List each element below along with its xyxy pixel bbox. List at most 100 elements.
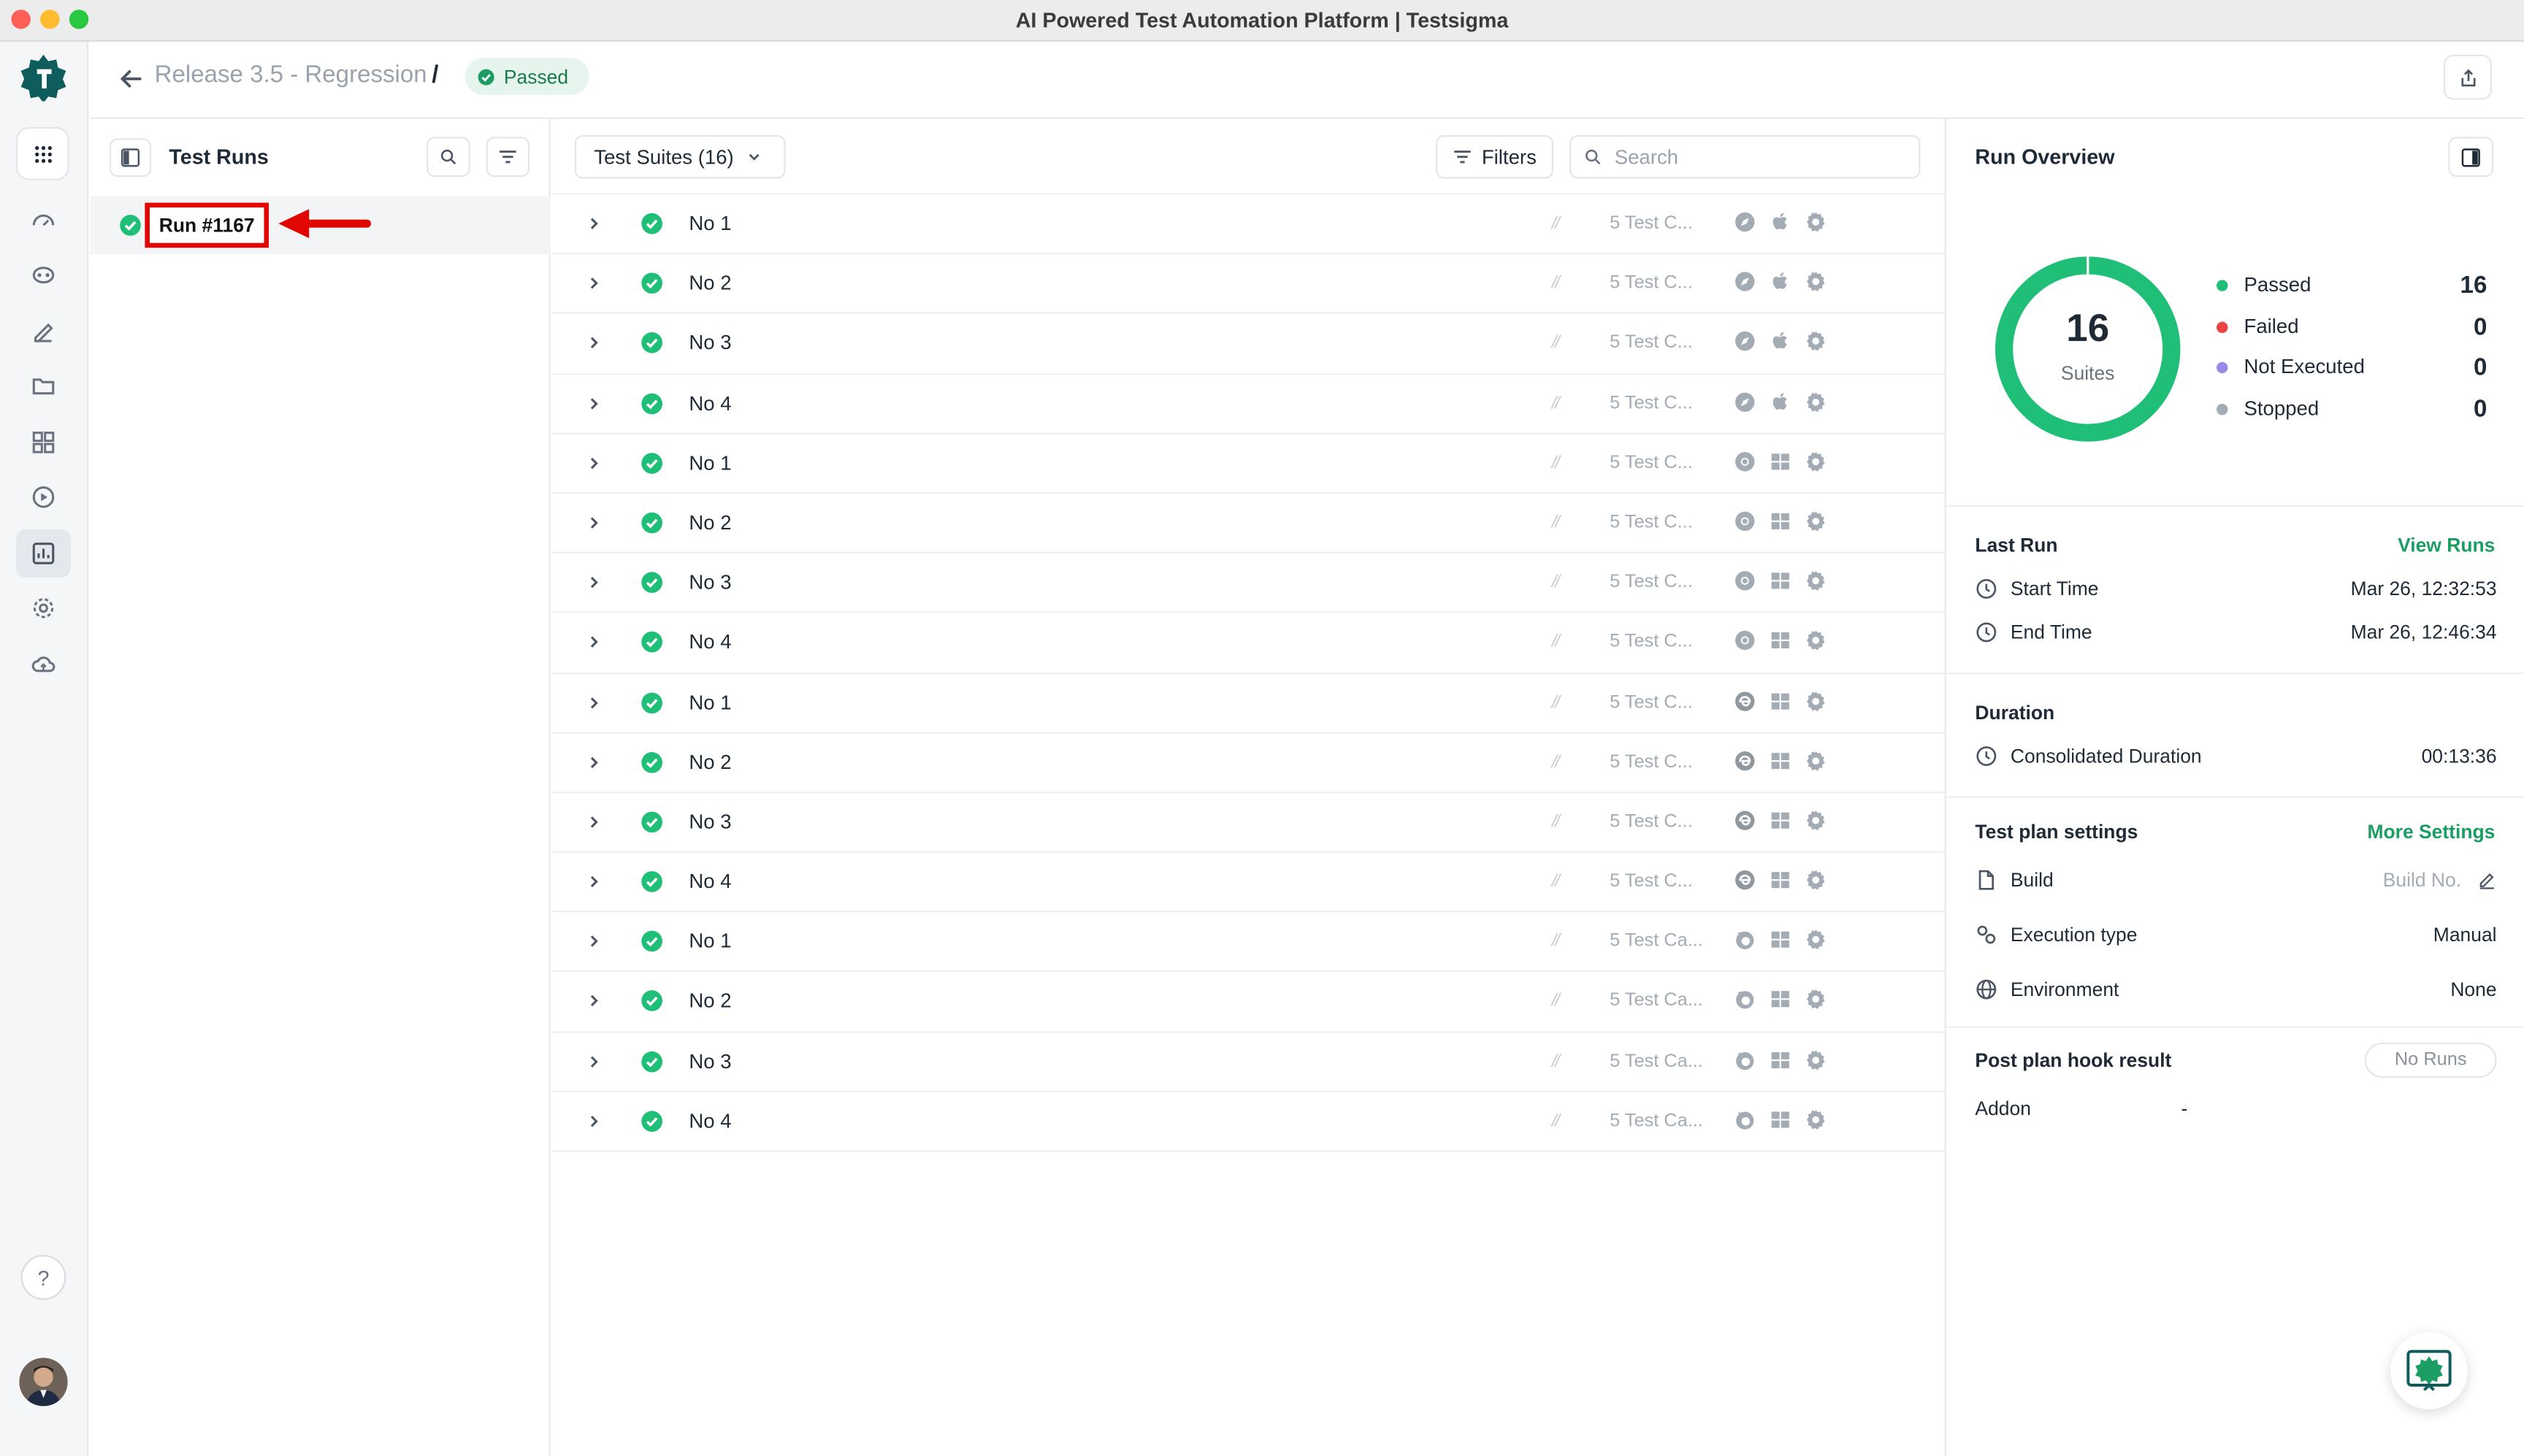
suite-name[interactable]: No 1	[689, 691, 731, 713]
testsigma-logo[interactable]	[19, 53, 67, 104]
suite-row[interactable]: No 4 // 5 Test C...	[552, 374, 1945, 434]
folder-icon[interactable]	[23, 365, 64, 407]
suite-name[interactable]: No 3	[689, 811, 731, 833]
copilot-icon[interactable]	[23, 254, 64, 296]
close-window-button[interactable]	[11, 9, 31, 29]
suite-name[interactable]: No 2	[689, 990, 731, 1013]
run-icon[interactable]	[23, 476, 64, 518]
chevron-right-icon[interactable]	[586, 215, 602, 231]
chat-bot-icon	[2406, 1349, 2452, 1392]
suite-name[interactable]: No 3	[689, 1050, 731, 1073]
build-value: Build No.	[2382, 868, 2462, 892]
suite-row[interactable]: No 4 // 5 Test Ca...	[552, 1092, 1945, 1152]
suite-row[interactable]: No 3 // 5 Test C...	[552, 553, 1945, 614]
suite-search-box[interactable]	[1569, 135, 1921, 179]
apps-grid-icon[interactable]	[16, 127, 69, 180]
suite-row[interactable]: No 1 // 5 Test Ca...	[552, 913, 1945, 973]
suite-row[interactable]: No 2 // 5 Test Ca...	[552, 973, 1945, 1032]
user-avatar[interactable]	[19, 1357, 68, 1406]
suite-name[interactable]: No 1	[689, 452, 731, 475]
suite-name[interactable]: No 3	[689, 332, 731, 355]
suite-name[interactable]: No 1	[689, 212, 731, 235]
chevron-right-icon[interactable]	[586, 395, 602, 411]
chevron-right-icon[interactable]	[586, 933, 602, 949]
platform-icons	[1734, 331, 1827, 353]
suite-row[interactable]: No 3 // 5 Test Ca...	[552, 1032, 1945, 1092]
gear-icon	[1805, 331, 1827, 353]
suite-search-input[interactable]	[1614, 145, 1905, 169]
more-settings-link[interactable]: More Settings	[2367, 821, 2495, 843]
chevron-right-icon[interactable]	[586, 335, 602, 351]
chevron-right-icon[interactable]	[586, 1113, 602, 1129]
suite-name[interactable]: No 1	[689, 930, 731, 953]
suite-row[interactable]: No 2 // 5 Test C...	[552, 255, 1945, 315]
chevron-right-icon[interactable]	[586, 754, 602, 770]
modules-icon[interactable]	[23, 421, 64, 463]
chevron-right-icon[interactable]	[586, 993, 602, 1009]
suite-row[interactable]: No 4 // 5 Test C...	[552, 853, 1945, 913]
chevron-right-icon[interactable]	[586, 515, 602, 531]
runs-search-button[interactable]	[427, 137, 470, 177]
share-icon	[2460, 68, 2475, 86]
breadcrumb-plan[interactable]: Release 3.5 - Regression	[155, 61, 427, 88]
chevron-right-icon[interactable]	[586, 275, 602, 291]
minimize-window-button[interactable]	[40, 9, 60, 29]
suite-name[interactable]: No 3	[689, 571, 731, 594]
chevron-right-icon[interactable]	[586, 1053, 602, 1069]
test-case-count: 5 Test C...	[1610, 572, 1693, 593]
reports-icon[interactable]	[16, 529, 71, 578]
toggle-overview-button[interactable]	[2448, 137, 2494, 177]
maximize-window-button[interactable]	[69, 9, 89, 29]
legend-value: 0	[2473, 313, 2487, 340]
environment-row: Environment None	[1975, 976, 2497, 1005]
cloud-upload-icon[interactable]	[23, 643, 64, 685]
apple-icon	[1769, 331, 1791, 353]
edit-icon[interactable]	[23, 310, 64, 352]
run-label[interactable]: Run #1167	[145, 202, 269, 248]
platform-icons	[1734, 689, 1827, 712]
run-list-item[interactable]: Run #1167	[90, 196, 551, 255]
suite-row[interactable]: No 2 // 5 Test C...	[552, 733, 1945, 793]
window-titlebar: AI Powered Test Automation Platform | Te…	[0, 0, 2524, 42]
suite-row[interactable]: No 1 // 5 Test C...	[552, 434, 1945, 494]
edit-pencil-icon[interactable]	[2477, 870, 2496, 889]
chevron-right-icon[interactable]	[586, 635, 602, 651]
dashboard-icon[interactable]	[23, 199, 64, 241]
breadcrumb[interactable]: Release 3.5 - Regression /	[155, 61, 439, 88]
suite-row[interactable]: No 1 // 5 Test C...	[552, 195, 1945, 255]
chevron-right-icon[interactable]	[586, 694, 602, 710]
suite-name[interactable]: No 4	[689, 1110, 731, 1133]
view-runs-link[interactable]: View Runs	[2398, 534, 2495, 556]
run-overview-title: Run Overview	[1975, 145, 2115, 169]
no-runs-button[interactable]: No Runs	[2364, 1042, 2497, 1078]
suite-name[interactable]: No 4	[689, 392, 731, 415]
collapse-sidebar-button[interactable]	[109, 138, 152, 177]
settings-gear-icon[interactable]	[23, 587, 64, 629]
runs-filter-button[interactable]	[486, 137, 530, 177]
back-arrow-icon[interactable]	[116, 64, 145, 93]
filters-button[interactable]: Filters	[1436, 135, 1553, 179]
share-button[interactable]	[2443, 54, 2492, 100]
test-case-count: 5 Test C...	[1610, 752, 1693, 772]
test-suites-dropdown[interactable]: Test Suites (16)	[574, 135, 786, 179]
support-chat-button[interactable]	[2390, 1332, 2468, 1410]
chevron-right-icon[interactable]	[586, 455, 602, 471]
suite-name[interactable]: No 2	[689, 512, 731, 534]
suite-name[interactable]: No 2	[689, 751, 731, 773]
separator-slashes: //	[1551, 1111, 1560, 1131]
suite-name[interactable]: No 4	[689, 870, 731, 893]
suite-row[interactable]: No 3 // 5 Test C...	[552, 314, 1945, 375]
suite-name[interactable]: No 2	[689, 272, 731, 295]
chevron-right-icon[interactable]	[586, 575, 602, 591]
suite-row[interactable]: No 1 // 5 Test C...	[552, 673, 1945, 734]
chevron-right-icon[interactable]	[586, 814, 602, 830]
suite-row[interactable]: No 4 // 5 Test C...	[552, 613, 1945, 674]
test-case-count: 5 Test C...	[1610, 453, 1693, 473]
separator-slashes: //	[1551, 513, 1560, 533]
help-icon[interactable]: ?	[20, 1254, 66, 1300]
suite-name[interactable]: No 4	[689, 631, 731, 654]
platform-icons	[1734, 989, 1827, 1011]
chevron-right-icon[interactable]	[586, 874, 602, 890]
suite-row[interactable]: No 2 // 5 Test C...	[552, 494, 1945, 554]
suite-row[interactable]: No 3 // 5 Test C...	[552, 793, 1945, 853]
